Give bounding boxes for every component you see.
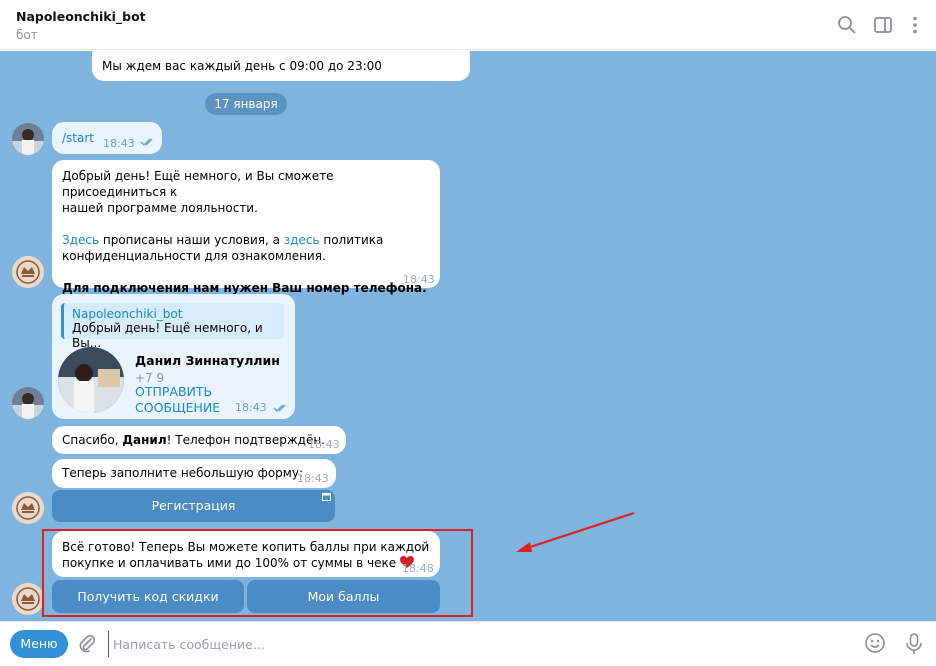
attach-icon[interactable]: [76, 633, 98, 658]
message-text[interactable]: /start: [62, 130, 94, 146]
message-name: Данил: [122, 433, 167, 447]
message-text: покупке и оплачивать ими до 100% от сумм…: [62, 556, 397, 570]
avatar-user[interactable]: [12, 387, 44, 419]
message-done: Всё готово! Теперь Вы можете копить балл…: [52, 531, 440, 577]
message-line: конфиденциальности для ознакомления.: [62, 249, 326, 263]
contact-photo[interactable]: [58, 347, 124, 413]
avatar-user[interactable]: [12, 123, 44, 155]
message-form: Теперь заполните небольшую форму: 18:43: [52, 459, 336, 488]
my-points-button[interactable]: Мои баллы: [247, 580, 440, 613]
message-time: 18:43: [308, 438, 340, 451]
annotation-arrow-icon: [516, 512, 635, 552]
message-input[interactable]: [108, 631, 828, 657]
message-time: 18:43: [235, 401, 267, 414]
send-message-button[interactable]: ОТПРАВИТЬ СООБЩЕНИЕ: [135, 384, 295, 416]
message-time: 18:43: [297, 472, 329, 485]
message-schedule: Мы ждем вас каждый день с 09:00 до 23:00: [92, 51, 470, 81]
message-contact: Napoleonchiki_bot Добрый день! Ещё немно…: [52, 294, 295, 419]
read-checkmarks-icon: [273, 401, 289, 417]
bot-menu-button[interactable]: Меню: [10, 630, 68, 658]
avatar-bot[interactable]: [12, 583, 44, 615]
avatar-bot[interactable]: [12, 256, 44, 288]
emoji-icon[interactable]: [864, 632, 886, 657]
message-greeting: Добрый день! Ещё немного, и Вы сможете п…: [52, 160, 440, 295]
privacy-link[interactable]: здесь: [284, 233, 320, 247]
more-options-icon[interactable]: [904, 14, 926, 36]
message-time: 18:43: [403, 273, 435, 286]
button-label: Регистрация: [151, 498, 236, 513]
avatar-bot[interactable]: [12, 492, 44, 524]
message-line: нашей программе лояльности.: [62, 201, 258, 215]
terms-link[interactable]: Здесь: [62, 233, 99, 247]
message-text: ! Телефон подтверждён.: [166, 433, 325, 447]
date-separator: 17 января: [205, 93, 287, 115]
message-line: покупке и оплачивать ими до 100% от сумм…: [62, 555, 430, 571]
message-text: Мы ждем вас каждый день с 09:00 до 23:00: [102, 59, 382, 73]
message-text: политика: [319, 233, 384, 247]
chat-title[interactable]: Napoleonchiki_bot: [16, 9, 146, 24]
chat-subtitle: бот: [16, 28, 38, 42]
search-icon[interactable]: [836, 14, 858, 36]
web-app-icon: [322, 493, 331, 501]
message-line: Всё готово! Теперь Вы можете копить балл…: [62, 540, 430, 554]
read-checkmarks-icon: [140, 135, 156, 151]
message-time: 18:43: [103, 137, 135, 150]
message-text: Спасибо,: [62, 433, 123, 447]
reply-text: Добрый день! Ещё немного, и Вы...: [72, 321, 263, 350]
message-thanks: Спасибо, Данил! Телефон подтверждён. 18:…: [52, 426, 346, 454]
contact-name: Данил Зиннатуллин: [135, 353, 280, 368]
get-discount-code-button[interactable]: Получить код скидки: [52, 580, 244, 613]
sidebar-toggle-icon[interactable]: [872, 14, 894, 36]
message-text: Теперь заполните небольшую форму:: [62, 466, 303, 480]
message-line: Добрый день! Ещё немного, и Вы сможете п…: [62, 169, 334, 199]
message-bold-line: Для подключения нам нужен Ваш номер теле…: [62, 281, 427, 295]
microphone-icon[interactable]: [903, 632, 925, 659]
reply-preview[interactable]: Napoleonchiki_bot Добрый день! Ещё немно…: [61, 303, 284, 350]
message-text: прописаны наши условия, а: [99, 233, 284, 247]
chat-header: Napoleonchiki_bot бот: [0, 0, 936, 50]
message-line: Здесь прописаны наши условия, а здесь по…: [62, 232, 430, 248]
message-start: /start 18:43: [52, 122, 162, 154]
reply-author: Napoleonchiki_bot: [72, 307, 183, 321]
registration-button[interactable]: Регистрация: [52, 490, 335, 522]
message-composer: Меню: [0, 621, 936, 666]
message-time: 18:48: [402, 562, 434, 575]
chat-history[interactable]: Мы ждем вас каждый день с 09:00 до 23:00…: [0, 51, 936, 621]
